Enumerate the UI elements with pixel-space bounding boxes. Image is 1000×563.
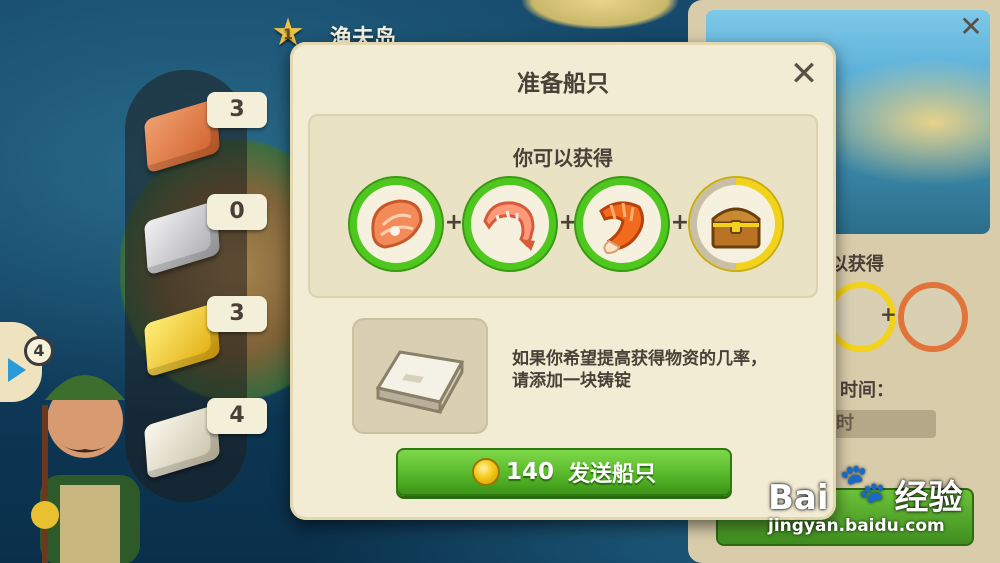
plus-icon: +	[880, 302, 897, 326]
rewards-label: 你可以获得	[513, 146, 613, 170]
platinum-ingot-icon	[375, 350, 465, 414]
reward-lobster[interactable]	[576, 178, 668, 270]
close-icon[interactable]: ✕	[956, 12, 986, 42]
ingot-count: 4	[207, 398, 267, 434]
sandbar	[520, 0, 680, 30]
plus-icon: +	[444, 210, 464, 235]
baidu-watermark: Bai 经验 🐾 jingyan.baidu.com	[768, 460, 1000, 560]
reward-salmon[interactable]	[350, 178, 442, 270]
plus-icon: +	[558, 210, 578, 235]
send-cost: 140	[505, 459, 554, 485]
send-ship-label: 发送船只	[568, 462, 657, 487]
background-time-label: 时间：	[840, 380, 894, 401]
ingot-count: 0	[207, 194, 267, 230]
reward-shrimp[interactable]	[464, 178, 556, 270]
watermark-url: jingyan.baidu.com	[768, 516, 945, 536]
prepare-ship-dialog: 准备船只 ✕ 你可以获得 + + + 如果你希望提高获得物资的几率，请添加一块铸…	[290, 42, 836, 520]
ingot-hint-text: 如果你希望提高获得物资的几率，请添加一块铸锭	[512, 349, 767, 391]
plus-icon: +	[670, 210, 690, 235]
close-button[interactable]: ✕	[786, 56, 822, 92]
rewards-panel: 你可以获得 + + +	[308, 114, 818, 298]
ingot-drop-slot[interactable]	[352, 318, 488, 434]
dialog-title: 准备船只	[517, 71, 609, 97]
lobster-tail-icon	[898, 282, 968, 352]
paw-logo-icon: 🐾	[839, 461, 887, 505]
send-ship-button[interactable]: 140 发送船只	[396, 448, 732, 496]
background-gain-label: 以获得	[830, 254, 884, 275]
coin-icon	[471, 458, 500, 486]
ingot-count: 3	[207, 296, 267, 332]
shrimp-icon	[483, 201, 535, 251]
ingot-count: 3	[207, 92, 267, 128]
reward-treasure[interactable]	[690, 178, 782, 270]
background-time-value: 时	[830, 410, 936, 438]
treasure-chest-icon	[711, 207, 761, 249]
salmon-steak-icon	[371, 199, 423, 249]
lobster-tail-icon	[599, 201, 644, 255]
fisherman-character	[31, 375, 140, 563]
